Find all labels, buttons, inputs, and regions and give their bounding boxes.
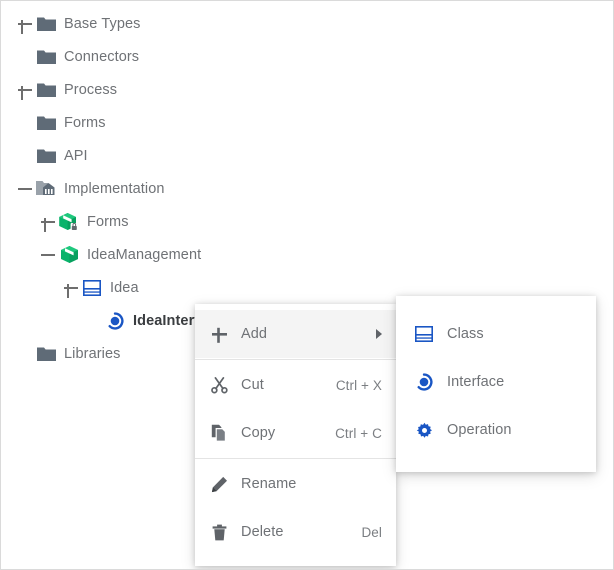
menu-separator <box>195 458 396 459</box>
chevron-right-icon <box>376 329 382 339</box>
package-icon <box>58 245 80 265</box>
context-menu: AddCutCtrl + XCopyCtrl + CRenameDeleteDe… <box>195 304 396 566</box>
tree-item-label: Process <box>64 82 117 98</box>
collapse-icon[interactable] <box>38 245 58 265</box>
menu-item-copy[interactable]: CopyCtrl + C <box>195 409 396 457</box>
tree-item-label: Forms <box>87 214 129 230</box>
tree-item-label: Libraries <box>64 346 121 362</box>
submenu-item-class[interactable]: Class <box>396 310 596 358</box>
interface-icon <box>412 371 436 393</box>
menu-item-label: Add <box>241 326 368 342</box>
menu-item-label: Rename <box>241 476 382 492</box>
tree-item-label: Connectors <box>64 49 139 65</box>
menu-item-label: Delete <box>241 524 361 540</box>
menu-item-rename[interactable]: Rename <box>195 460 396 508</box>
pencil-icon <box>207 473 231 495</box>
tree-item-base-types[interactable]: Base Types <box>1 7 614 40</box>
folder-icon <box>37 82 56 98</box>
folder-icon <box>35 47 57 67</box>
menu-item-label: Cut <box>241 377 336 393</box>
library-folder-icon <box>36 180 56 197</box>
tree-item-ideamanagement[interactable]: IdeaManagement <box>1 238 614 271</box>
folder-icon <box>35 113 57 133</box>
folder-icon <box>37 346 56 362</box>
menu-item-label: Copy <box>241 425 335 441</box>
pencil-icon <box>211 476 228 493</box>
plus-icon <box>207 323 231 345</box>
interface-icon <box>106 312 124 330</box>
trash-icon <box>207 521 231 543</box>
submenu-item-label: Class <box>447 326 484 342</box>
folder-icon <box>37 115 56 131</box>
expand-icon[interactable] <box>38 212 58 232</box>
scissors-icon <box>211 377 228 394</box>
folder-icon <box>35 80 57 100</box>
toggle-spacer <box>15 47 35 67</box>
interface-icon <box>415 373 433 391</box>
tree-item-implementation[interactable]: Implementation <box>1 172 614 205</box>
copy-icon <box>211 424 227 442</box>
library-folder-icon <box>35 179 57 199</box>
tree-item-connectors[interactable]: Connectors <box>1 40 614 73</box>
package-icon <box>60 245 79 264</box>
menu-item-shortcut: Ctrl + C <box>335 426 382 441</box>
add-submenu: Class Interface Operation <box>396 296 596 472</box>
menu-item-shortcut: Ctrl + X <box>336 378 382 393</box>
tree-item-label: Implementation <box>64 181 165 197</box>
submenu-item-operation[interactable]: Operation <box>396 406 596 454</box>
toggle-spacer <box>15 146 35 166</box>
interface-icon <box>104 311 126 331</box>
tree-item-label: Idea <box>110 280 139 296</box>
submenu-item-label: Operation <box>447 422 512 438</box>
menu-item-shortcut: Del <box>361 525 382 540</box>
tree-item-forms[interactable]: Forms <box>1 106 614 139</box>
tree-item-label: IdeaManagement <box>87 247 201 263</box>
folder-icon <box>35 146 57 166</box>
menu-item-cut[interactable]: CutCtrl + X <box>195 361 396 409</box>
folder-icon <box>37 148 56 164</box>
toggle-spacer <box>84 311 104 331</box>
expand-icon[interactable] <box>15 80 35 100</box>
tree-item-forms[interactable]: Forms <box>1 205 614 238</box>
tree-item-label: Base Types <box>64 16 141 32</box>
folder-icon <box>37 49 56 65</box>
scissors-icon <box>207 374 231 396</box>
folder-icon <box>35 14 57 34</box>
class-icon <box>412 323 436 345</box>
expand-icon[interactable] <box>15 14 35 34</box>
submenu-item-interface[interactable]: Interface <box>396 358 596 406</box>
toggle-spacer <box>15 344 35 364</box>
menu-separator <box>195 359 396 360</box>
folder-icon <box>35 344 57 364</box>
model-tree-panel: Base Types Connectors Process Forms API Imple… <box>0 0 614 570</box>
copy-icon <box>207 422 231 444</box>
tree-item-api[interactable]: API <box>1 139 614 172</box>
class-icon <box>415 326 433 342</box>
toggle-spacer <box>15 113 35 133</box>
menu-item-delete[interactable]: DeleteDel <box>195 508 396 556</box>
menu-item-add[interactable]: Add <box>195 310 396 358</box>
plus-icon <box>211 326 228 343</box>
gear-icon <box>412 419 436 441</box>
tree-item-label: Forms <box>64 115 106 131</box>
gear-icon <box>416 422 433 439</box>
class-icon <box>81 278 103 298</box>
folder-icon <box>37 16 56 32</box>
locked-package-icon <box>59 212 79 231</box>
collapse-icon[interactable] <box>15 179 35 199</box>
trash-icon <box>212 524 227 541</box>
class-icon <box>83 280 101 296</box>
expand-icon[interactable] <box>61 278 81 298</box>
tree-item-process[interactable]: Process <box>1 73 614 106</box>
submenu-item-label: Interface <box>447 374 504 390</box>
tree-item-label: API <box>64 148 88 164</box>
locked-package-icon <box>58 212 80 232</box>
